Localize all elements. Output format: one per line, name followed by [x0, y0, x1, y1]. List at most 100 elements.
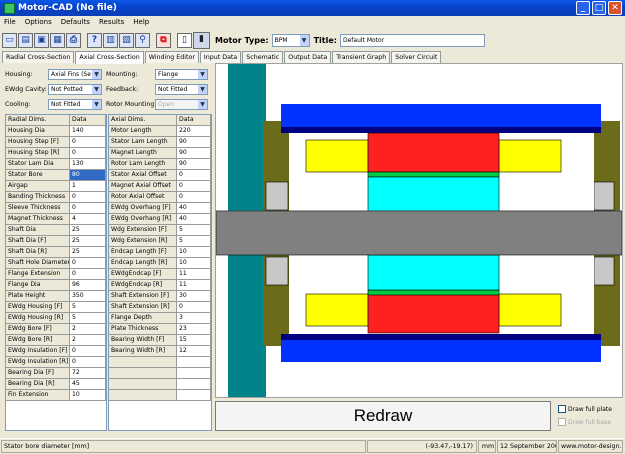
row-value-cell[interactable]: 0	[177, 170, 211, 181]
row-value-cell[interactable]: 10	[177, 258, 211, 269]
row-value-cell[interactable]: 5	[70, 302, 106, 313]
row-value-cell[interactable]: 11	[177, 280, 211, 291]
link-icon[interactable]: ⚲	[135, 32, 150, 48]
menu-file[interactable]: File	[4, 18, 16, 26]
menu-options[interactable]: Options	[25, 18, 52, 26]
row-label: Stator Lam Dia	[6, 159, 70, 170]
tab-radial-cross-section[interactable]: Radial Cross-Section	[2, 51, 75, 63]
rotor-top	[367, 176, 500, 212]
row-value-cell[interactable]: 220	[177, 126, 211, 137]
tab-solver-circuit[interactable]: Solver Circuit	[391, 51, 442, 63]
menu-defaults[interactable]: Defaults	[61, 18, 90, 26]
row-value-cell[interactable]: 10	[177, 247, 211, 258]
title-input[interactable]: Default Motor	[339, 33, 485, 47]
row-value-cell[interactable]: 0	[70, 203, 106, 214]
row-value-cell[interactable]: 0	[177, 302, 211, 313]
draw-full-base-label: Draw full base	[568, 418, 612, 426]
row-value-cell[interactable]: 0	[70, 137, 106, 148]
housing-select[interactable]: Axial Fins (Se ▼	[48, 69, 102, 80]
row-label: Rotor Axial Offset	[109, 192, 177, 203]
mounting-select[interactable]: Flange ▼	[155, 69, 208, 80]
row-value-cell[interactable]: 23	[177, 324, 211, 335]
row-value-cell[interactable]	[177, 368, 211, 379]
tab-transient-graph[interactable]: Transient Graph	[332, 51, 391, 63]
row-value-cell[interactable]	[177, 379, 211, 390]
row-value-cell[interactable]: 0	[70, 357, 106, 368]
row-value-cell[interactable]: 0	[70, 258, 106, 269]
row-value-cell[interactable]: 130	[70, 159, 106, 170]
row-value-cell[interactable]: 0	[70, 269, 106, 280]
row-value-cell[interactable]: 0	[70, 192, 106, 203]
tab-input-data[interactable]: Input Data	[199, 51, 242, 63]
checkbox-box[interactable]	[558, 405, 566, 413]
row-value-cell[interactable]: 3	[177, 313, 211, 324]
row-label: Flange Extension	[6, 269, 70, 280]
row-value-cell[interactable]: 25	[70, 247, 106, 258]
new-file-icon[interactable]: ▭	[2, 32, 17, 48]
open-icon[interactable]: ▤	[18, 32, 33, 48]
row-label: Housing Dia	[6, 126, 70, 137]
row-value-cell[interactable]: 40	[177, 203, 211, 214]
row-value-cell[interactable]: 0	[70, 148, 106, 159]
row-value-cell[interactable]: 11	[177, 269, 211, 280]
row-value-cell[interactable]	[177, 390, 211, 401]
row-value-cell[interactable]: 140	[70, 126, 106, 137]
document-icon[interactable]: ▯	[177, 32, 192, 48]
row-value-cell[interactable]: 72	[70, 368, 106, 379]
row-value-cell[interactable]: 45	[70, 379, 106, 390]
row-value-cell[interactable]: 30	[177, 291, 211, 302]
row-value-cell[interactable]: 0	[177, 181, 211, 192]
copy-icon[interactable]: ⧉	[156, 32, 171, 48]
row-value-cell[interactable]: 10	[70, 390, 106, 401]
close-button[interactable]: ✕	[608, 1, 622, 15]
tab-output-data[interactable]: Output Data	[284, 51, 332, 63]
row-value-cell[interactable]: 5	[70, 313, 106, 324]
menu-help[interactable]: Help	[133, 18, 149, 26]
axial-cross-section-view[interactable]	[215, 63, 623, 398]
row-value-cell[interactable]: 2	[70, 324, 106, 335]
row-value-cell[interactable]: 80	[70, 170, 106, 181]
row-value-cell[interactable]: 90	[177, 148, 211, 159]
row-label	[109, 390, 177, 401]
row-value-cell[interactable]	[177, 357, 211, 368]
row-value-cell[interactable]: 4	[70, 214, 106, 225]
ewdg-cavity-select[interactable]: Not Potted ▼	[48, 84, 102, 95]
end-winding-rear-bottom	[498, 293, 562, 327]
cooling-select[interactable]: Not Fitted ▼	[48, 99, 102, 110]
table-row: Magnet Length 90	[109, 148, 211, 159]
row-value-cell[interactable]: 40	[177, 214, 211, 225]
save-icon[interactable]: ▣	[34, 32, 49, 48]
row-label: Endcap Length [R]	[109, 258, 177, 269]
row-value-cell[interactable]: 0	[177, 192, 211, 203]
row-value-cell[interactable]: 25	[70, 225, 106, 236]
row-value-cell[interactable]: 2	[70, 335, 106, 346]
toolbar: ▭ ▤ ▣ ▦ ⎙ ? ▥ ▧ ⚲ ⧉ ▯ ▮ Motor Type: BPM …	[2, 30, 623, 50]
print-icon[interactable]: ⎙	[66, 32, 81, 48]
row-value-cell[interactable]: 90	[177, 159, 211, 170]
row-value-cell[interactable]: 5	[177, 236, 211, 247]
calculator-icon[interactable]: ▥	[103, 32, 118, 48]
table-row: Rotor Axial Offset 0	[109, 192, 211, 203]
minimize-button[interactable]: _	[576, 1, 590, 15]
row-value-cell[interactable]: 96	[70, 280, 106, 291]
row-value-cell[interactable]: 12	[177, 346, 211, 357]
row-value-cell[interactable]: 25	[70, 236, 106, 247]
table-row: Bearing Dia [F] 72	[6, 368, 106, 379]
help-icon[interactable]: ?	[87, 32, 102, 48]
save-as-icon[interactable]: ▦	[50, 32, 65, 48]
maximize-button[interactable]: □	[592, 1, 606, 15]
motor-type-select[interactable]: BPM ▼	[271, 33, 310, 47]
redraw-button[interactable]: Redraw	[215, 401, 551, 431]
tab-schematic[interactable]: Schematic	[242, 51, 284, 63]
motor-info-icon[interactable]: ▧	[119, 32, 134, 48]
row-value-cell[interactable]: 5	[177, 225, 211, 236]
row-value-cell[interactable]: 350	[70, 291, 106, 302]
tab-winding-editor[interactable]: Winding Editor	[144, 51, 199, 63]
menu-results[interactable]: Results	[99, 18, 124, 26]
row-value-cell[interactable]: 0	[70, 346, 106, 357]
row-value-cell[interactable]: 15	[177, 335, 211, 346]
row-value-cell[interactable]: 90	[177, 137, 211, 148]
feedback-select[interactable]: Not Fitted ▼	[155, 84, 208, 95]
draw-full-plate-checkbox[interactable]: Draw full plate	[558, 405, 612, 413]
row-value-cell[interactable]: 1	[70, 181, 106, 192]
